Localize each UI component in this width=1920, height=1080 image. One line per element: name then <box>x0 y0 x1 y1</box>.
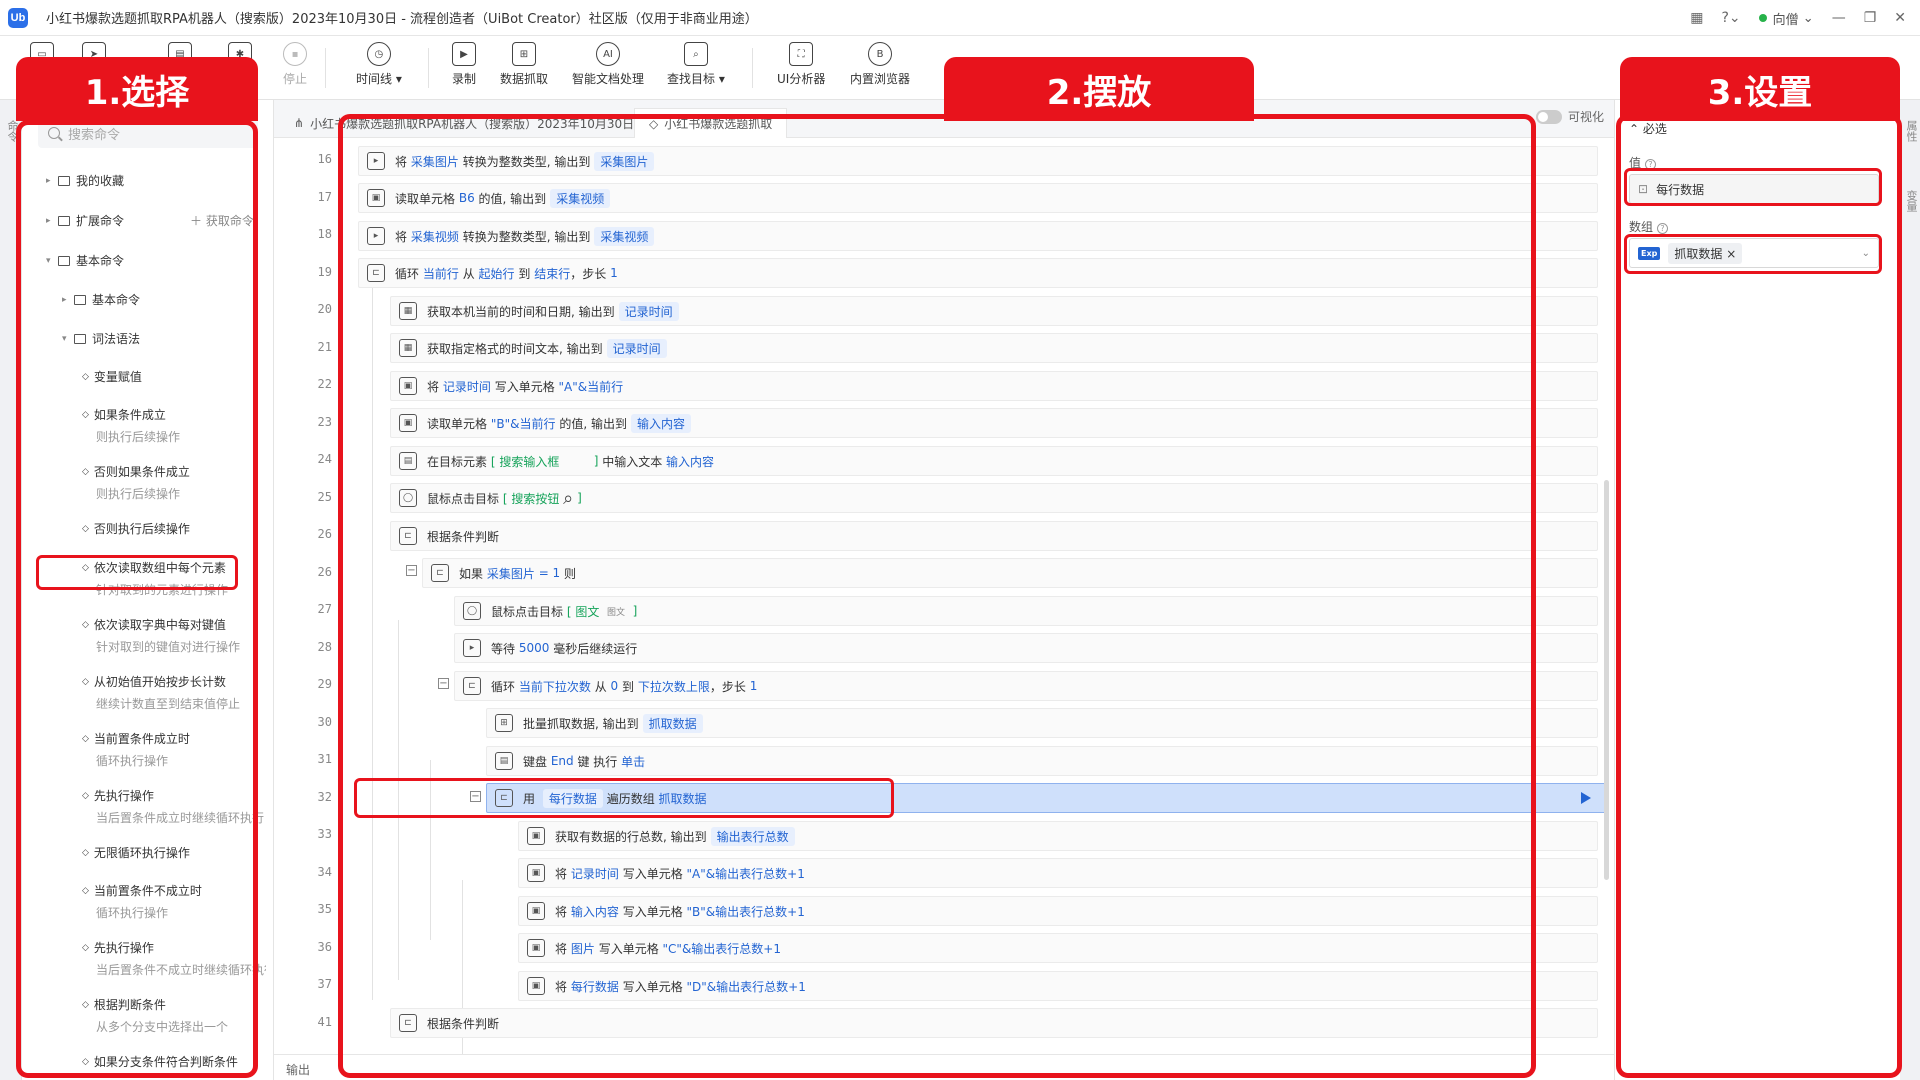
user-menu[interactable]: 向僧 ⌄ <box>1758 9 1814 28</box>
stop-label: 停止 <box>283 72 308 86</box>
close-icon[interactable]: ✕ <box>1894 10 1906 26</box>
analyzer-icon: ⛶ <box>789 42 814 66</box>
scrape-icon: ⊞ <box>512 42 536 66</box>
line-number: 20 <box>317 302 332 316</box>
toolbar-divider <box>428 48 429 88</box>
editor-scrollbar[interactable] <box>1604 480 1609 880</box>
line-number: 23 <box>317 415 332 429</box>
title-bar: Ub 小红书爆款选题抓取RPA机器人（搜索版）2023年10月30日 - 流程创… <box>0 0 1920 36</box>
line-number: 41 <box>317 1015 332 1029</box>
browser-icon: B <box>868 42 892 66</box>
help-icon[interactable]: ?⌄ <box>1721 10 1740 26</box>
record-button[interactable]: ▶ 录制 <box>452 42 476 87</box>
line-number: 37 <box>317 977 332 991</box>
line-gutter: 16 17 18 19 20 21 22 23 24 25 26 26 27 2… <box>274 138 346 1038</box>
line-number: 24 <box>317 452 332 466</box>
line-number: 32 <box>317 790 332 804</box>
annotation-label-settings: 3.设置 <box>1620 57 1900 121</box>
smart-doc-label: 智能文档处理 <box>572 72 645 86</box>
line-number: 26 <box>317 527 332 541</box>
title-bar-controls: ▦ ?⌄ 向僧 ⌄ — ❐ ✕ <box>1690 0 1906 36</box>
visual-toggle-label: 可视化 <box>1567 110 1604 124</box>
stop-icon: ▪ <box>283 42 307 66</box>
side-tab-properties[interactable]: 属性 <box>1903 120 1919 142</box>
toolbar-divider <box>325 48 326 88</box>
line-number: 16 <box>317 152 332 166</box>
grid-menu-icon[interactable]: ▦ <box>1690 10 1703 26</box>
line-number: 27 <box>317 602 332 616</box>
annotation-label-place: 2.摆放 <box>944 57 1254 121</box>
flow-icon: ⋔ <box>294 116 305 130</box>
user-name: 向僧 <box>1772 12 1799 28</box>
right-side-strip: 属性 变量 <box>1900 100 1920 1080</box>
target-icon: ⌕ <box>683 42 708 66</box>
output-label: 输出 <box>286 1063 311 1077</box>
minimize-icon[interactable]: — <box>1832 10 1846 26</box>
line-number: 35 <box>317 902 332 916</box>
line-number: 21 <box>317 340 332 354</box>
line-number: 22 <box>317 377 332 391</box>
line-number: 29 <box>317 677 332 691</box>
annotation-box-place <box>338 114 1536 1078</box>
annotation-label-select: 1.选择 <box>16 57 258 121</box>
record-icon: ▶ <box>452 42 476 66</box>
line-number: 19 <box>317 265 332 279</box>
find-target-button[interactable]: ⌕ 查找目标 ▾ <box>667 42 725 87</box>
data-scrape-button[interactable]: ⊞ 数据抓取 <box>500 42 548 87</box>
line-number: 33 <box>317 827 332 841</box>
line-number: 34 <box>317 865 332 879</box>
data-scrape-label: 数据抓取 <box>500 72 549 86</box>
window-title: 小红书爆款选题抓取RPA机器人（搜索版）2023年10月30日 - 流程创造者（… <box>46 12 758 27</box>
line-number: 26 <box>317 565 332 579</box>
timeline-label: 时间线 ▾ <box>356 72 402 86</box>
run-line-icon[interactable] <box>1581 792 1591 804</box>
restore-icon[interactable]: ❐ <box>1864 10 1877 26</box>
browser-button[interactable]: B 内置浏览器 <box>850 42 910 87</box>
line-number: 25 <box>317 490 332 504</box>
annotation-highlight-command <box>36 555 238 590</box>
line-number: 31 <box>317 752 332 766</box>
annotation-highlight-array <box>1624 234 1882 274</box>
line-number: 17 <box>317 190 332 204</box>
visual-toggle[interactable]: 可视化 <box>1535 108 1604 125</box>
online-status-icon <box>1758 14 1767 22</box>
toolbar-divider <box>752 48 753 88</box>
side-tab-variables[interactable]: 变量 <box>1903 190 1919 212</box>
annotation-highlight-line <box>354 778 894 818</box>
line-number: 18 <box>317 227 332 241</box>
clock-icon: ◷ <box>366 42 391 66</box>
line-number: 28 <box>317 640 332 654</box>
record-label: 录制 <box>452 72 477 86</box>
line-number: 30 <box>317 715 332 729</box>
annotation-box-select <box>16 120 258 1078</box>
stop-button[interactable]: ▪ 停止 <box>283 42 307 87</box>
timeline-button[interactable]: ◷ 时间线 ▾ <box>356 42 402 87</box>
smart-doc-button[interactable]: AI 智能文档处理 <box>572 42 644 87</box>
toggle-switch-icon <box>1535 109 1562 124</box>
line-number: 36 <box>317 940 332 954</box>
browser-label: 内置浏览器 <box>850 72 911 86</box>
ai-icon: AI <box>596 42 620 66</box>
ui-analyzer-button[interactable]: ⛶ UI分析器 <box>777 42 825 87</box>
annotation-highlight-value <box>1624 168 1882 206</box>
find-target-label: 查找目标 ▾ <box>667 72 725 86</box>
app-logo-icon: Ub <box>8 7 28 28</box>
ui-analyzer-label: UI分析器 <box>777 72 826 86</box>
